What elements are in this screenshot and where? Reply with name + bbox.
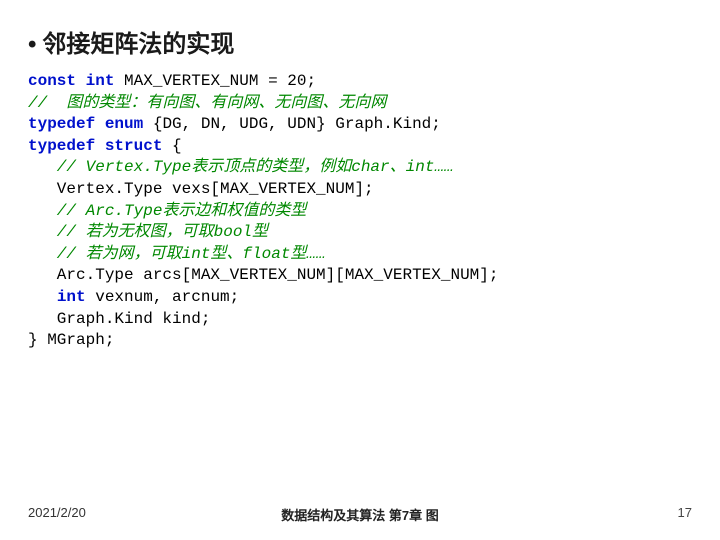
kw-int: int [57, 288, 86, 306]
code-text: {DG, DN, UDG, UDN} Graph.Kind; [143, 115, 441, 133]
kw-const: const [28, 72, 76, 90]
footer-title: 数据结构及其算法 第7章 图 [281, 505, 438, 524]
footer-date: 2021/2/20 [28, 505, 86, 520]
code-text: MAX_VERTEX_NUM = 20; [114, 72, 316, 90]
kw-enum: enum [105, 115, 143, 133]
code-nums: vexnum, arcnum; [86, 288, 240, 306]
page-number: 17 [678, 505, 692, 520]
code-text: { [162, 137, 181, 155]
code-mgraph: } MGraph; [28, 331, 114, 349]
title-row: • 邻接矩阵法的实现 [28, 24, 692, 59]
kw-struct: struct [105, 137, 163, 155]
comment-net: // 若为网，可取int型、float型…… [28, 245, 326, 263]
code-kind: Graph.Kind kind; [28, 310, 210, 328]
title-bullet: • [28, 31, 36, 59]
footer: 2021/2/20 数据结构及其算法 第7章 图 17 [28, 505, 692, 520]
comment-arctype: // Arc.Type表示边和权值的类型 [28, 202, 306, 220]
kw-typedef: typedef [28, 115, 95, 133]
kw-int: int [86, 72, 115, 90]
slide-title: 邻接矩阵法的实现 [42, 24, 234, 59]
code-arcs: Arc.Type arcs[MAX_VERTEX_NUM][MAX_VERTEX… [28, 266, 498, 284]
comment-graphtypes: // 图的类型：有向图、有向网、无向图、无向网 [28, 94, 386, 112]
code-block: const int MAX_VERTEX_NUM = 20; // 图的类型：有… [28, 71, 692, 352]
comment-vertextype: // Vertex.Type表示顶点的类型，例如char、int…… [28, 158, 454, 176]
slide: • 邻接矩阵法的实现 const int MAX_VERTEX_NUM = 20… [0, 0, 720, 540]
kw-typedef: typedef [28, 137, 95, 155]
comment-bool: // 若为无权图，可取bool型 [28, 223, 268, 241]
code-vexs: Vertex.Type vexs[MAX_VERTEX_NUM]; [28, 180, 374, 198]
code-indent [28, 288, 57, 306]
